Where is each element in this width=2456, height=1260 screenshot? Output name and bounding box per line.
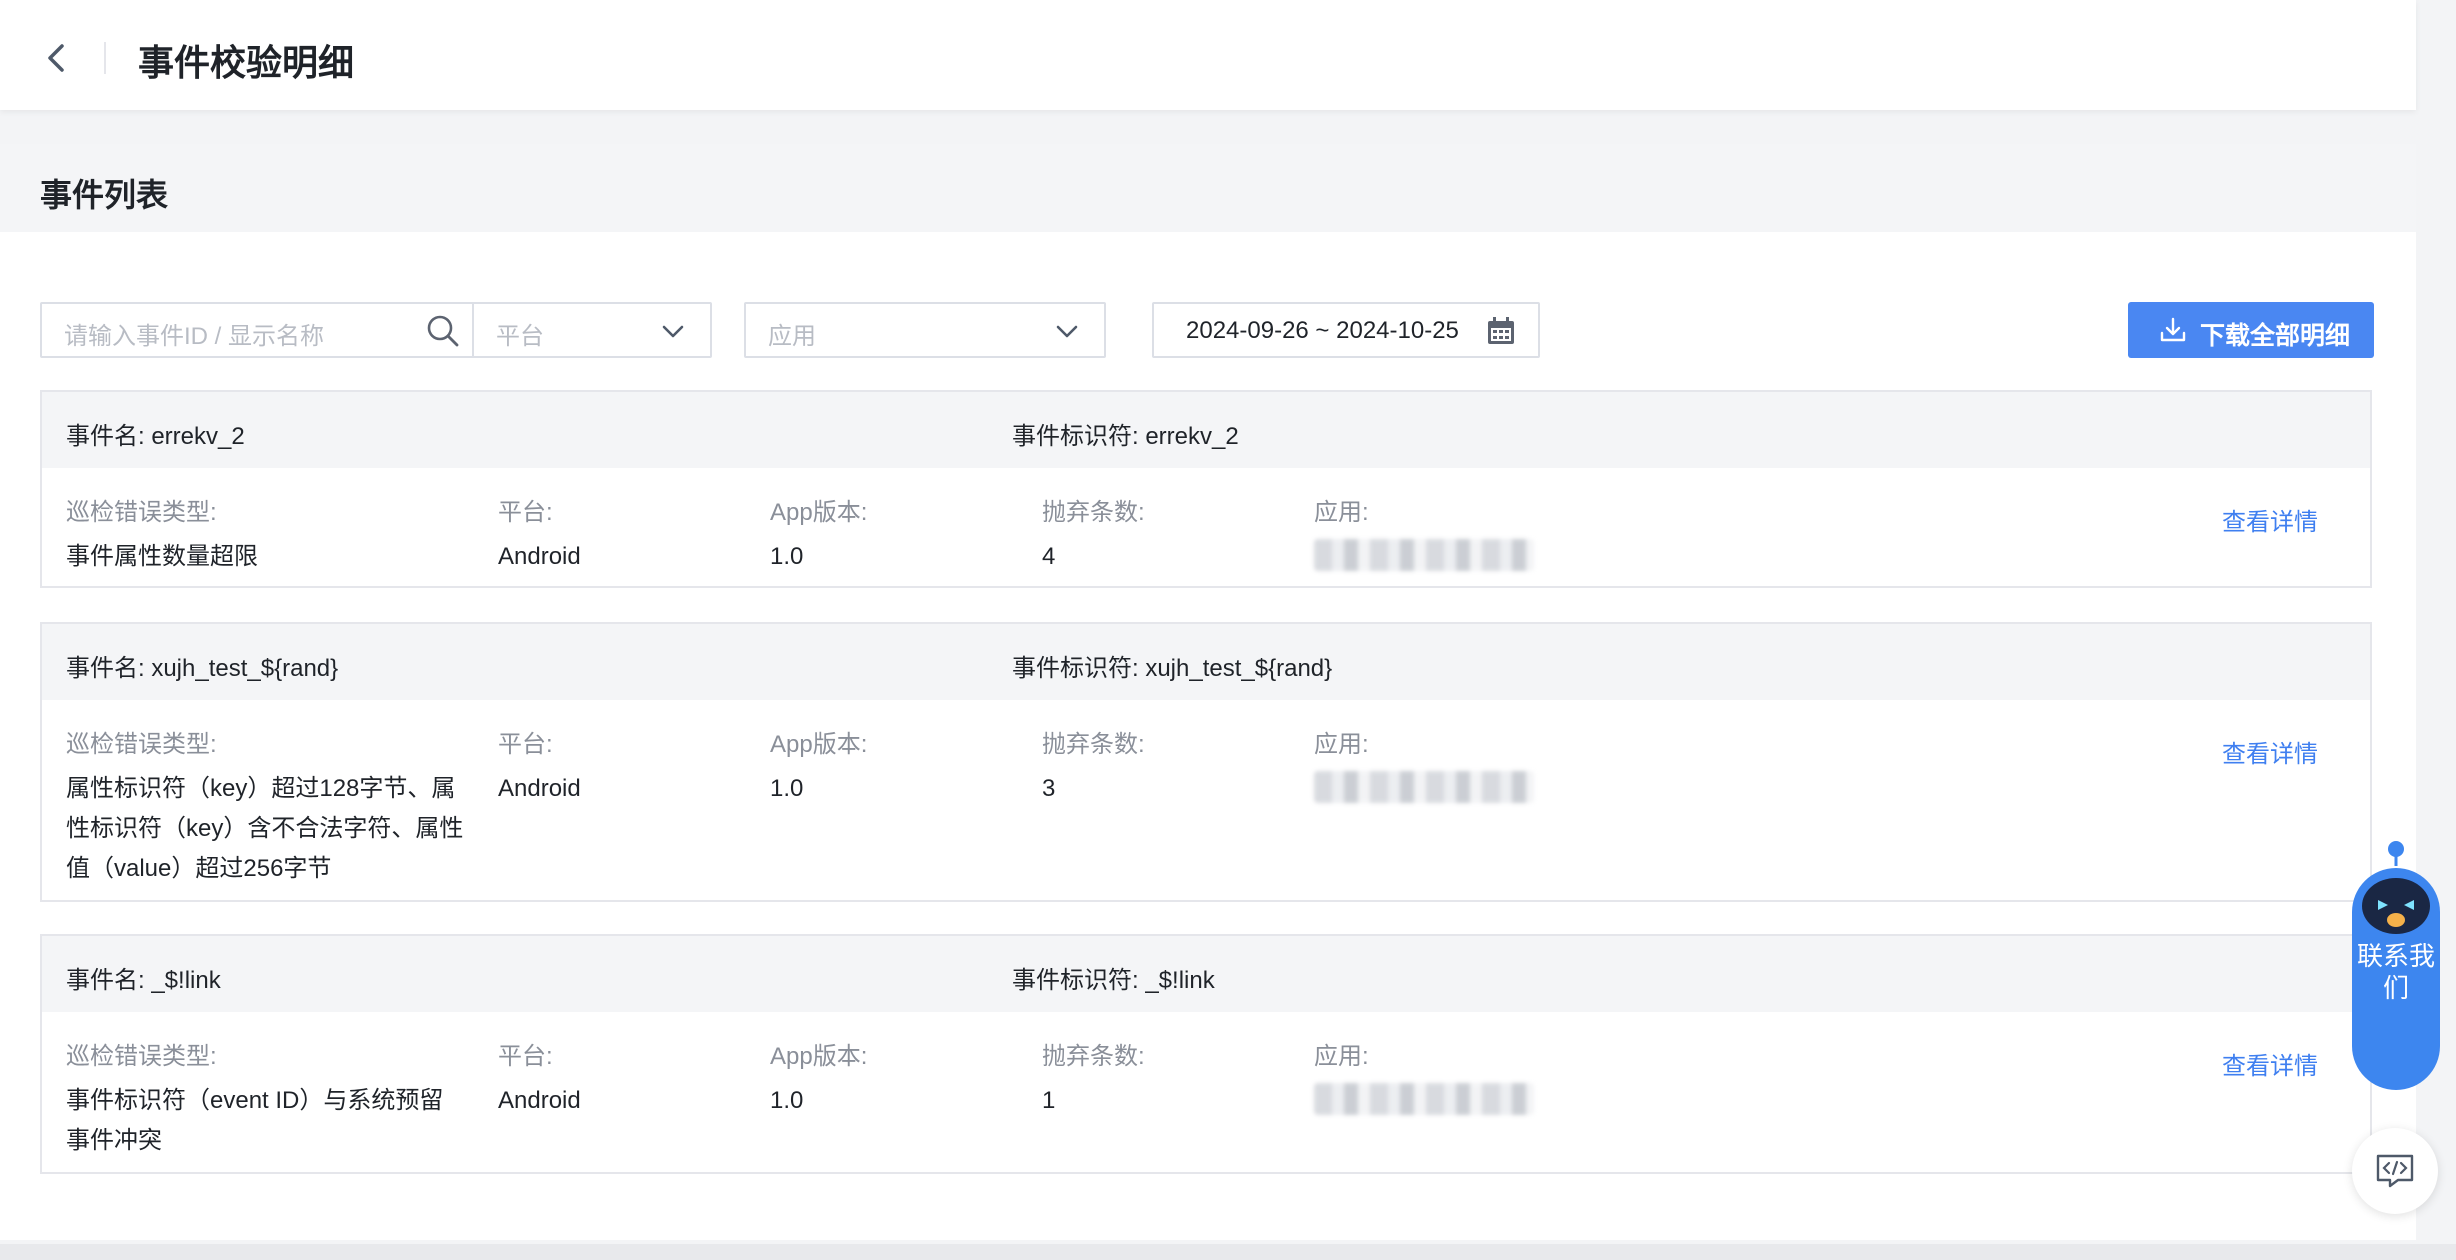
event-card: 事件名: xujh_test_${rand} 事件标识符: xujh_test_… — [40, 622, 2372, 902]
event-identifier: 事件标识符: xujh_test_${rand} — [1012, 655, 1333, 682]
platform-value: Android — [498, 1087, 581, 1114]
platform-label: 平台: — [498, 1043, 553, 1070]
bottom-scroll-strip — [0, 1244, 2456, 1260]
event-card-header: 事件名: errekv_2 事件标识符: errekv_2 — [42, 392, 2370, 468]
error-type-value: 属性标识符（key）超过128字节、属性标识符（key）含不合法字符、属性值（v… — [66, 775, 464, 882]
app-version-value: 1.0 — [770, 775, 804, 802]
platform-label: 平台: — [498, 731, 553, 758]
event-name: 事件名: xujh_test_${rand} — [66, 655, 339, 682]
app-select[interactable]: 应用 — [744, 302, 1106, 358]
date-range-picker[interactable]: 2024-09-26 ~ 2024-10-25 — [1152, 302, 1540, 358]
discarded-count-value: 3 — [1042, 775, 1056, 802]
contact-us-widget[interactable]: 联系我们 — [2350, 840, 2442, 1092]
platform-value: Android — [498, 543, 581, 570]
error-type-label: 巡检错误类型: — [66, 731, 217, 758]
app-label: 应用: — [1314, 499, 1369, 526]
platform-field: 平台: Android — [498, 724, 581, 809]
platform-field: 平台: Android — [498, 492, 581, 577]
app-placeholder: 应用 — [768, 323, 816, 350]
app-version-label: App版本: — [770, 499, 868, 526]
error-type-label: 巡检错误类型: — [66, 1043, 217, 1070]
error-type-value: 事件标识符（event ID）与系统预留事件冲突 — [66, 1087, 444, 1154]
app-version-field: App版本: 1.0 — [770, 492, 867, 577]
download-all-label: 下载全部明细 — [2200, 322, 2351, 350]
search-input[interactable]: 请输入事件ID / 显示名称 — [40, 302, 482, 358]
app-value-redacted — [1314, 539, 1534, 571]
code-chat-icon — [2376, 1154, 2414, 1188]
app-version-label: App版本: — [770, 1043, 868, 1070]
app-field: 应用: — [1314, 492, 1534, 571]
discarded-count-field: 抛弃条数: 1 — [1042, 1036, 1145, 1121]
discarded-count-value: 1 — [1042, 1087, 1056, 1114]
event-identifier: 事件标识符: errekv_2 — [1012, 423, 1239, 450]
app-version-field: App版本: 1.0 — [770, 724, 867, 809]
discarded-count-label: 抛弃条数: — [1042, 731, 1145, 758]
event-name: 事件名: _$!link — [66, 967, 221, 994]
event-identifier: 事件标识符: _$!link — [1012, 967, 1215, 994]
app-value-redacted — [1314, 771, 1534, 803]
app-field: 应用: — [1314, 724, 1534, 803]
discarded-count-field: 抛弃条数: 4 — [1042, 492, 1145, 577]
view-details-link[interactable]: 查看详情 — [2222, 734, 2318, 769]
calendar-icon — [1488, 317, 1514, 344]
error-type-value: 事件属性数量超限 — [66, 543, 258, 570]
event-name: 事件名: errekv_2 — [66, 423, 245, 450]
top-bar: 事件校验明细 — [0, 0, 2416, 110]
chevron-down-icon — [662, 325, 684, 338]
section-header: 事件列表 — [0, 144, 2416, 232]
download-all-button[interactable]: 下载全部明细 — [2128, 302, 2374, 358]
error-type-field: 巡检错误类型: 属性标识符（key）超过128字节、属性标识符（key）含不合法… — [66, 724, 466, 889]
platform-select[interactable]: 平台 — [472, 302, 712, 358]
app-label: 应用: — [1314, 731, 1369, 758]
platform-value: Android — [498, 775, 581, 802]
date-range-value: 2024-09-26 ~ 2024-10-25 — [1186, 317, 1459, 344]
app-version-value: 1.0 — [770, 543, 804, 570]
chevron-left-icon — [48, 44, 64, 72]
discarded-count-label: 抛弃条数: — [1042, 1043, 1145, 1070]
app-label: 应用: — [1314, 1043, 1369, 1070]
error-type-field: 巡检错误类型: 事件属性数量超限 — [66, 492, 258, 577]
event-card: 事件名: errekv_2 事件标识符: errekv_2 巡检错误类型: 事件… — [40, 390, 2372, 588]
app-version-label: App版本: — [770, 731, 868, 758]
error-type-field: 巡检错误类型: 事件标识符（event ID）与系统预留事件冲突 — [66, 1036, 466, 1161]
discarded-count-field: 抛弃条数: 3 — [1042, 724, 1145, 809]
event-list-panel: 事件列表 请输入事件ID / 显示名称 平台 应用 2024-09-26 ~ 2… — [0, 144, 2416, 1240]
error-type-label: 巡检错误类型: — [66, 499, 217, 526]
chevron-down-icon — [1056, 325, 1078, 338]
download-icon — [2160, 317, 2186, 342]
app-version-field: App版本: 1.0 — [770, 1036, 867, 1121]
app-version-value: 1.0 — [770, 1087, 804, 1114]
event-card: 事件名: _$!link 事件标识符: _$!link 巡检错误类型: 事件标识… — [40, 934, 2372, 1174]
event-card-header: 事件名: _$!link 事件标识符: _$!link — [42, 936, 2370, 1012]
platform-placeholder: 平台 — [496, 323, 544, 350]
contact-us-label: 联系我们 — [2356, 941, 2435, 1003]
discarded-count-label: 抛弃条数: — [1042, 499, 1145, 526]
search-icon[interactable] — [426, 314, 460, 348]
event-card-header: 事件名: xujh_test_${rand} 事件标识符: xujh_test_… — [42, 624, 2370, 700]
view-details-link[interactable]: 查看详情 — [2222, 502, 2318, 537]
code-feedback-button[interactable] — [2352, 1128, 2438, 1214]
search-placeholder: 请输入事件ID / 显示名称 — [64, 323, 325, 350]
app-field: 应用: — [1314, 1036, 1534, 1115]
divider — [104, 42, 106, 74]
platform-label: 平台: — [498, 499, 553, 526]
view-details-link[interactable]: 查看详情 — [2222, 1046, 2318, 1081]
section-title: 事件列表 — [40, 177, 169, 213]
page-title: 事件校验明细 — [138, 42, 355, 83]
platform-field: 平台: Android — [498, 1036, 581, 1121]
discarded-count-value: 4 — [1042, 543, 1056, 570]
app-value-redacted — [1314, 1083, 1534, 1115]
back-button[interactable] — [40, 38, 74, 78]
